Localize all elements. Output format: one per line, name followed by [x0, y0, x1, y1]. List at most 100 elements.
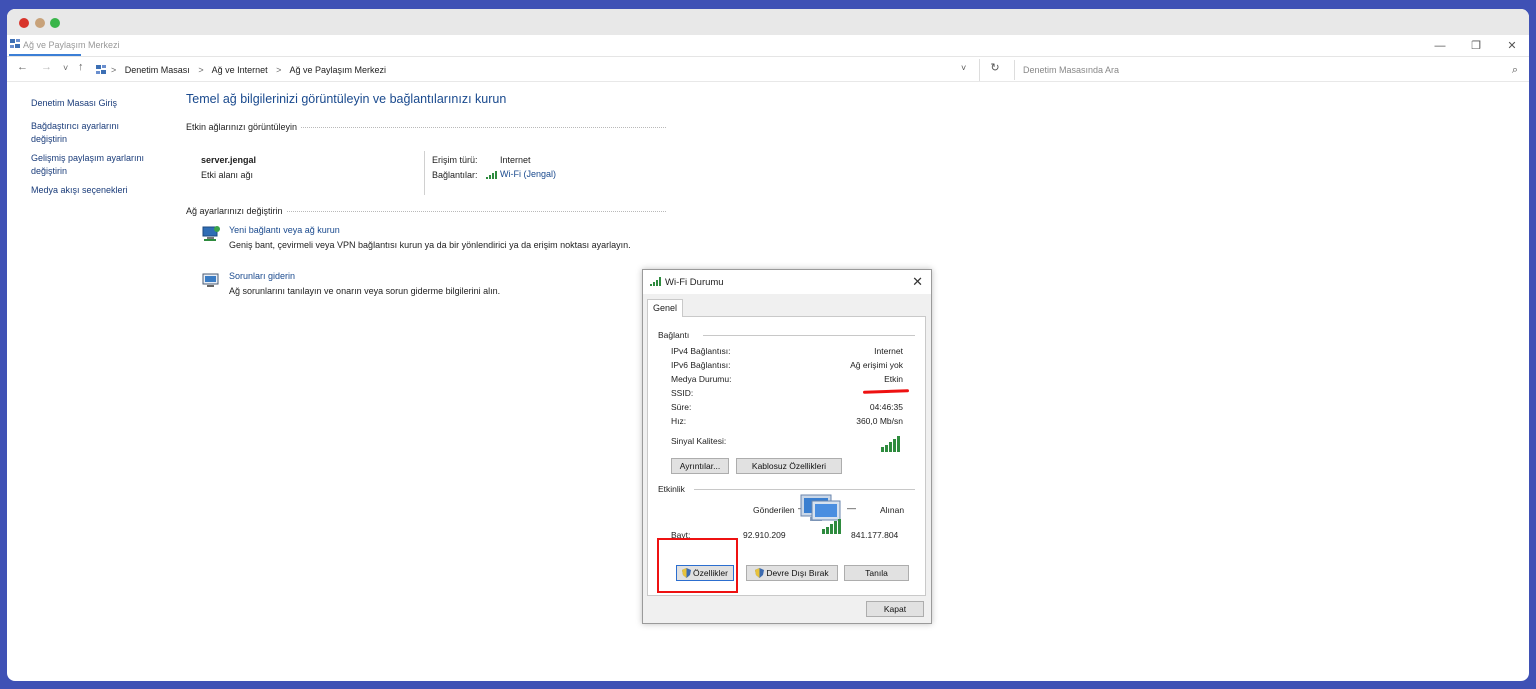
- access-type-value: Internet: [500, 155, 531, 165]
- disable-label: Devre Dışı Bırak: [766, 568, 829, 578]
- activity-group-label: Etkinlik: [658, 484, 685, 494]
- forward-arrow-icon[interactable]: →: [41, 61, 52, 73]
- troubleshoot-icon: [202, 273, 219, 287]
- search-icon[interactable]: ⌕: [1512, 60, 1518, 80]
- new-connection-icon: [202, 226, 220, 241]
- ipv6-value: Ağ erişimi yok: [850, 360, 903, 370]
- troubleshoot-desc: Ağ sorunlarını tanılayın ve onarın veya …: [229, 286, 501, 296]
- breadcrumb-network-internet[interactable]: Ağ ve Internet: [212, 65, 268, 75]
- network-type[interactable]: Etki alanı ağı: [201, 170, 253, 180]
- media-state-value: Etkin: [884, 374, 903, 384]
- disable-button[interactable]: Devre Dışı Bırak: [746, 565, 838, 581]
- ipv6-row: IPv6 Bağlantısı: Ağ erişimi yok: [671, 360, 903, 372]
- address-dropdown-icon[interactable]: ˅: [961, 63, 966, 73]
- breadcrumb-separator: >: [198, 65, 204, 75]
- ipv4-label: IPv4 Bağlantısı:: [671, 346, 731, 356]
- details-button[interactable]: Ayrıntılar...: [671, 458, 729, 474]
- task-troubleshoot: Sorunları giderin Ağ sorunlarını tanılay…: [186, 267, 666, 313]
- mac-zoom-dot[interactable]: [50, 18, 60, 28]
- search-input[interactable]: Denetim Masasında Ara ⌕: [1014, 60, 1522, 80]
- mac-close-dot[interactable]: [19, 18, 29, 28]
- up-arrow-icon[interactable]: ↑: [78, 61, 84, 73]
- diagnose-button[interactable]: Tanıla: [844, 565, 909, 581]
- duration-value: 04:46:35: [869, 402, 903, 412]
- refresh-icon[interactable]: ↻: [986, 61, 1004, 79]
- back-arrow-icon[interactable]: ←: [17, 61, 28, 73]
- wifi-connection-label: Wi-Fi (Jengal): [500, 169, 557, 179]
- sidebar-item-media-streaming[interactable]: Medya akışı seçenekleri: [31, 184, 181, 197]
- speed-label: Hız:: [671, 416, 687, 426]
- media-state-row: Medya Durumu: Etkin: [671, 374, 903, 386]
- bytes-received-value: 841.177.804: [851, 530, 899, 540]
- sidebar: Denetim Masası Giriş Bağdaştırıcı ayarla…: [31, 97, 181, 197]
- connection-group-label: Bağlantı: [658, 330, 690, 340]
- address-divider: [979, 59, 980, 81]
- active-network-card: server.jengal Etki alanı ağı Erişim türü…: [186, 141, 666, 203]
- title-tab-indicator: [9, 54, 81, 56]
- new-connection-link[interactable]: Yeni bağlantı veya ağ kurun: [229, 225, 340, 235]
- wifi-signal-icon: [650, 277, 661, 286]
- received-dash: —: [847, 503, 856, 513]
- dialog-title: Wi-Fi Durumu: [665, 277, 724, 288]
- dialog-close-icon[interactable]: ✕: [912, 274, 923, 290]
- network-center-icon: [10, 39, 20, 48]
- breadcrumb-network-sharing-center[interactable]: Ağ ve Paylaşım Merkezi: [289, 65, 386, 75]
- sidebar-item-advanced-sharing[interactable]: Gelişmiş paylaşım ayarlarını değiştirin: [31, 152, 161, 178]
- speed-row: Hız: 360,0 Mb/sn: [671, 416, 903, 428]
- received-label: Alınan: [880, 505, 905, 515]
- ipv4-row: IPv4 Bağlantısı: Internet: [671, 346, 903, 358]
- address-bar: ← → ˅ ↑ > Denetim Masası > Ağ ve Interne…: [7, 58, 1529, 82]
- window-titlebar: Ağ ve Paylaşım Merkezi — ❐ ✕: [7, 35, 1529, 57]
- uac-shield-icon: [755, 568, 765, 578]
- mac-minimize-dot[interactable]: [35, 18, 45, 28]
- breadcrumb-separator: >: [276, 65, 282, 75]
- ipv4-value: Internet: [874, 346, 903, 356]
- duration-label: Süre:: [671, 402, 692, 412]
- sidebar-item-control-panel-home[interactable]: Denetim Masası Giriş: [31, 97, 181, 110]
- network-name: server.jengal: [201, 155, 257, 165]
- signal-quality-icon: [881, 436, 900, 452]
- new-connection-desc: Geniş bant, çevirmeli veya VPN bağlantıs…: [229, 240, 631, 250]
- restore-button[interactable]: ❐: [1459, 37, 1493, 55]
- ipv6-label: IPv6 Bağlantısı:: [671, 360, 731, 370]
- task-new-connection: Yeni bağlantı veya ağ kurun Geniş bant, …: [186, 221, 666, 267]
- breadcrumb: > Denetim Masası > Ağ ve Internet > Ağ v…: [111, 62, 1011, 78]
- mac-title-bar: [7, 9, 1529, 35]
- control-panel-icon: [96, 65, 106, 74]
- bytes-sent-value: 92.910.209: [743, 530, 786, 540]
- breadcrumb-control-panel[interactable]: Denetim Masası: [125, 65, 190, 75]
- troubleshoot-link[interactable]: Sorunları giderin: [229, 271, 295, 281]
- group-divider: [703, 335, 915, 336]
- page-title: Temel ağ bilgilerinizi görüntüleyin ve b…: [186, 92, 507, 106]
- sidebar-item-adapter-settings[interactable]: Bağdaştırıcı ayarlarını değiştirin: [31, 120, 141, 146]
- signal-label: Sinyal Kalitesi:: [671, 436, 727, 446]
- search-placeholder: Denetim Masasında Ara: [1023, 65, 1120, 75]
- dialog-titlebar: Wi-Fi Durumu ✕: [643, 270, 931, 294]
- network-divider: [424, 151, 425, 195]
- signal-row: Sinyal Kalitesi:: [671, 434, 903, 452]
- change-settings-header: Ağ ayarlarınızı değiştirin: [186, 205, 666, 217]
- recent-dropdown-icon[interactable]: ˅: [63, 63, 68, 73]
- group-divider: [694, 489, 915, 490]
- screenshot-frame: Ağ ve Paylaşım Merkezi — ❐ ✕ ← → ˅ ↑ > D…: [7, 9, 1529, 681]
- tab-general[interactable]: Genel: [647, 299, 683, 317]
- sent-label: Gönderilen: [753, 505, 795, 515]
- change-settings-label: Ağ ayarlarınızı değiştirin: [186, 206, 287, 216]
- active-networks-header: Etkin ağlarınızı görüntüleyin: [186, 121, 666, 133]
- active-networks-label: Etkin ağlarınızı görüntüleyin: [186, 122, 302, 132]
- wifi-signal-icon: [486, 171, 497, 179]
- ssid-label: SSID:: [671, 388, 694, 398]
- network-activity-icon: [800, 494, 841, 534]
- main-content: Temel ağ bilgilerinizi görüntüleyin ve b…: [186, 91, 666, 313]
- wireless-properties-button[interactable]: Kablosuz Özellikleri: [736, 458, 842, 474]
- window-title: Ağ ve Paylaşım Merkezi: [23, 40, 120, 50]
- connections-label: Bağlantılar:: [432, 170, 478, 180]
- access-type-label: Erişim türü:: [432, 155, 478, 165]
- close-button[interactable]: ✕: [1495, 37, 1529, 55]
- speed-value: 360,0 Mb/sn: [856, 416, 903, 426]
- wifi-connection-link[interactable]: Wi-Fi (Jengal): [486, 169, 556, 179]
- minimize-button[interactable]: —: [1423, 37, 1457, 55]
- dialog-close-button[interactable]: Kapat: [866, 601, 924, 617]
- media-state-label: Medya Durumu:: [671, 374, 732, 384]
- breadcrumb-separator: >: [111, 65, 117, 75]
